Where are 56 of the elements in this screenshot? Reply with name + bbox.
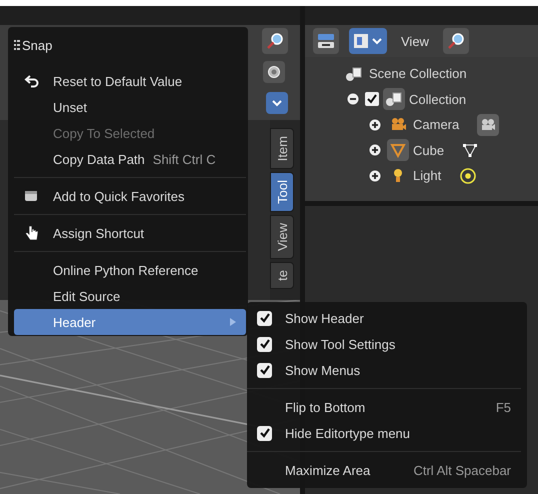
expand-icon[interactable] [369, 118, 381, 131]
shortcut-label: F5 [496, 400, 511, 414]
expand-icon[interactable] [369, 170, 381, 182]
search-icon [266, 32, 284, 50]
menu-item[interactable]: Add to Quick Favorites [14, 183, 246, 209]
editor-type-button[interactable] [313, 28, 339, 54]
search-icon [446, 32, 465, 50]
checkbox[interactable] [365, 92, 379, 106]
editor-type-icon [317, 33, 335, 49]
light-data-icon [459, 166, 478, 185]
grip-icon[interactable] [14, 39, 20, 51]
outliner-item[interactable]: Scene Collection [369, 66, 467, 82]
menu-item[interactable]: Unset [14, 94, 246, 120]
undo-icon [24, 74, 40, 88]
menu-item[interactable]: Copy Data Path Shift Ctrl C [14, 146, 246, 172]
collapse-icon[interactable] [347, 93, 359, 106]
outliner-item[interactable]: Cube [413, 142, 444, 158]
display-mode-dropdown[interactable] [349, 28, 387, 54]
outliner-item[interactable]: Light [413, 168, 442, 184]
menu-item[interactable]: Maximize Area [285, 462, 370, 478]
chevron-down-icon [271, 98, 283, 106]
checkbox[interactable] [257, 362, 272, 378]
outliner-item[interactable]: Camera [413, 117, 460, 132]
sidebar-tab[interactable]: Item [270, 128, 294, 170]
outliner-item[interactable]: Collection [409, 92, 466, 107]
view-menu[interactable]: View [401, 34, 429, 48]
display-mode-icon [353, 33, 383, 49]
search-button[interactable] [442, 28, 469, 54]
shading-button[interactable] [263, 60, 285, 82]
vertex-icon [462, 142, 478, 158]
menu-item[interactable]: Assign Shortcut [14, 220, 246, 246]
camera-data-icon [477, 114, 500, 136]
shortcut-label: Ctrl Alt Spacebar [413, 462, 511, 478]
menu-item[interactable]: Edit Source [14, 283, 246, 309]
checkbox[interactable] [257, 336, 272, 352]
checkbox[interactable] [257, 310, 272, 326]
menu-item[interactable]: Show Header [285, 310, 364, 326]
checkbox[interactable] [257, 426, 272, 440]
menu-title: Snap [22, 38, 52, 52]
sphere-icon [267, 64, 281, 78]
menu-item[interactable]: Reset to Default Value [14, 68, 246, 94]
menu-item[interactable]: Show Menus [285, 362, 360, 378]
menu-item[interactable]: Show Tool Settings [285, 336, 396, 352]
hand-icon [24, 224, 40, 242]
sidebar-tab[interactable]: Tool [270, 172, 294, 212]
sidebar-tab[interactable]: View [270, 215, 294, 260]
search-button[interactable] [262, 28, 288, 54]
menu-item[interactable]: Online Python Reference [14, 257, 246, 283]
menu-item[interactable]: Hide Editortype menu [285, 426, 410, 440]
expand-icon[interactable] [369, 144, 381, 156]
dropdown-button[interactable] [266, 92, 288, 114]
menu-item[interactable]: Header [14, 309, 246, 335]
submenu-arrow-icon [230, 318, 236, 326]
sidebar-tab[interactable]: te [270, 262, 294, 289]
menu-item[interactable]: Flip to Bottom [285, 400, 366, 414]
favorites-icon [24, 190, 38, 202]
